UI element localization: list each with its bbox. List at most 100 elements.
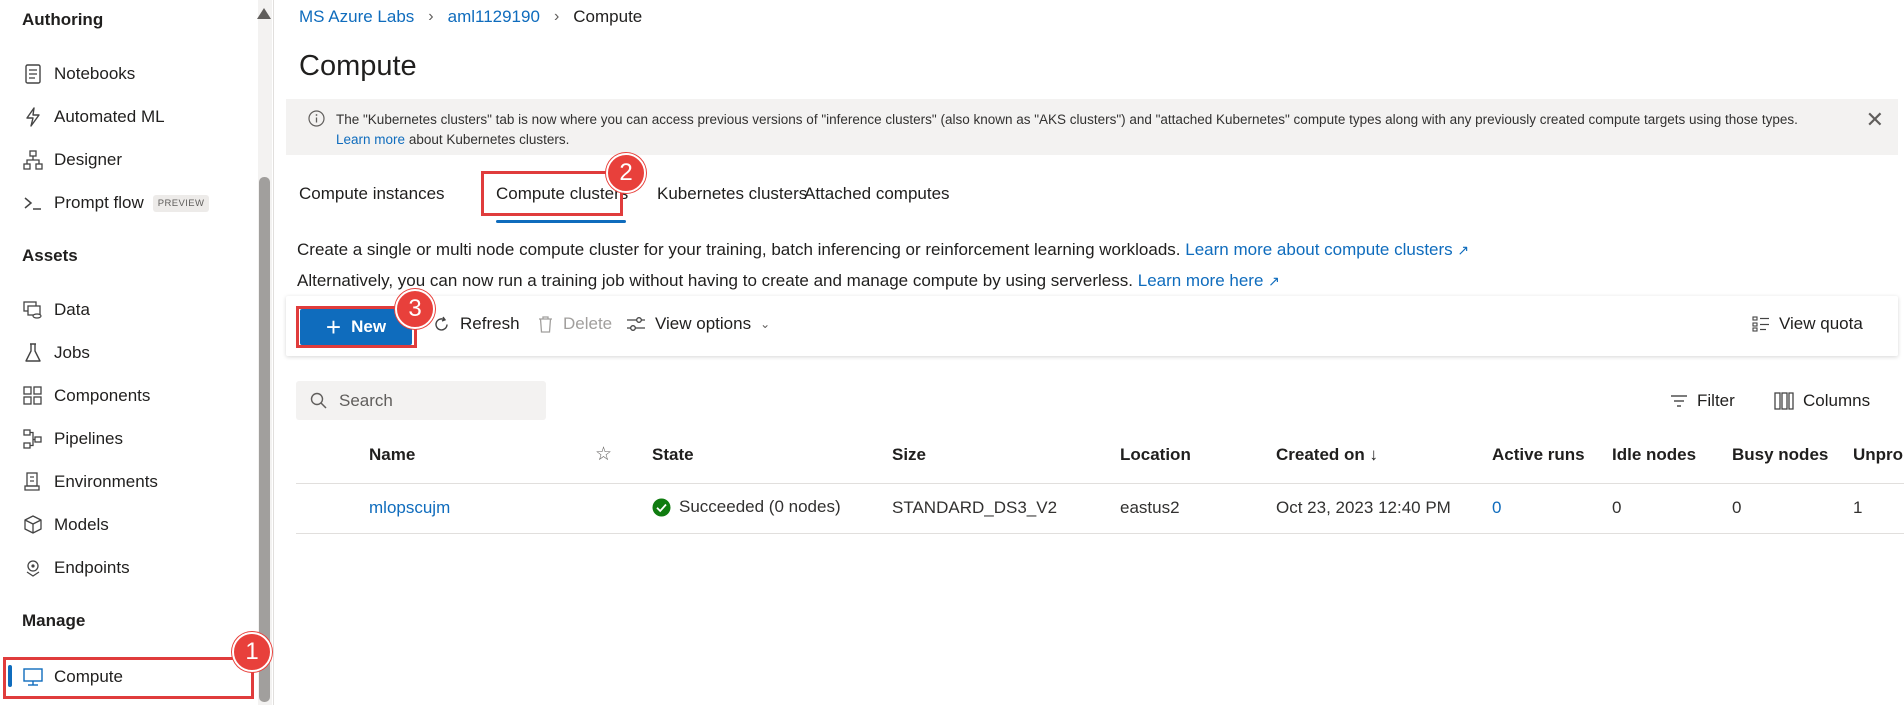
sidebar-item-pipelines[interactable]: Pipelines bbox=[0, 420, 250, 458]
highlight-box-compute-clusters bbox=[481, 171, 623, 216]
sidebar-item-automated-ml[interactable]: Automated ML bbox=[0, 98, 250, 136]
sidebar-item-models[interactable]: Models bbox=[0, 506, 250, 544]
view-options-button[interactable]: View options ⌄ bbox=[626, 314, 770, 334]
breadcrumb-workspace[interactable]: aml1129190 bbox=[448, 7, 540, 27]
sidebar-item-environments[interactable]: Environments bbox=[0, 463, 250, 501]
endpoints-icon bbox=[22, 557, 44, 579]
description-text-2: Alternatively, you can now run a trainin… bbox=[297, 271, 1133, 290]
external-link-icon: ↗ bbox=[1268, 273, 1280, 289]
callout-1: 1 bbox=[232, 632, 272, 672]
cube-icon bbox=[22, 514, 44, 536]
notebook-icon bbox=[22, 63, 44, 85]
trash-icon bbox=[539, 315, 552, 333]
banner-learn-more-link[interactable]: Learn more bbox=[336, 132, 405, 147]
sidebar-item-label: Environments bbox=[54, 472, 158, 491]
description-text-1: Create a single or multi node compute cl… bbox=[297, 240, 1181, 259]
column-header-created-on[interactable]: Created on ↓ bbox=[1276, 445, 1378, 465]
column-header-busy-nodes[interactable]: Busy nodes bbox=[1732, 445, 1828, 465]
sidebar-item-label: Components bbox=[54, 386, 151, 405]
column-header-unprovisioned[interactable]: Unpro bbox=[1853, 445, 1903, 465]
description-line-2: Alternatively, you can now run a trainin… bbox=[297, 271, 1280, 291]
banner-message-suffix: about Kubernetes clusters. bbox=[408, 132, 570, 147]
close-icon[interactable]: ✕ bbox=[1866, 109, 1884, 131]
section-assets: Assets bbox=[22, 246, 78, 265]
filter-button[interactable]: Filter bbox=[1670, 391, 1735, 411]
sidebar-item-notebooks[interactable]: Notebooks bbox=[0, 55, 250, 93]
sidebar-item-label: Data bbox=[54, 300, 90, 319]
idle-nodes-cell: 0 bbox=[1612, 498, 1622, 517]
automl-icon bbox=[22, 106, 44, 128]
sidebar-item-prompt-flow[interactable]: Prompt flow PREVIEW bbox=[0, 184, 250, 222]
sidebar-item-label: Automated ML bbox=[54, 107, 165, 126]
active-runs-link[interactable]: 0 bbox=[1492, 498, 1501, 518]
breadcrumb: MS Azure Labs › aml1129190 › Compute bbox=[299, 7, 642, 27]
left-nav: Authoring Notebooks Automated ML Designe… bbox=[0, 0, 274, 705]
sidebar-item-designer[interactable]: Designer bbox=[0, 141, 250, 179]
prompt-icon bbox=[22, 192, 44, 214]
scroll-up-arrow-icon[interactable] bbox=[257, 8, 271, 19]
sidebar-item-label: Pipelines bbox=[54, 429, 123, 448]
delete-button[interactable]: Delete bbox=[537, 314, 612, 334]
learn-more-compute-clusters-link[interactable]: Learn more about compute clusters bbox=[1185, 240, 1452, 259]
components-icon bbox=[22, 385, 44, 407]
tab-kubernetes-clusters[interactable]: Kubernetes clusters bbox=[657, 184, 807, 204]
column-header-state[interactable]: State bbox=[652, 445, 694, 465]
chevron-down-icon: ⌄ bbox=[760, 317, 771, 331]
sidebar-item-label: Endpoints bbox=[54, 558, 130, 577]
state-text: Succeeded (0 nodes) bbox=[679, 497, 841, 516]
designer-icon bbox=[22, 149, 44, 171]
refresh-label: Refresh bbox=[460, 314, 520, 333]
view-quota-label: View quota bbox=[1779, 314, 1863, 333]
sidebar-scroll-thumb[interactable] bbox=[259, 177, 270, 702]
table-row[interactable]: mlopscujm Succeeded (0 nodes) STANDARD_D… bbox=[296, 484, 1904, 534]
search-icon bbox=[310, 392, 327, 409]
sidebar-item-data[interactable]: Data bbox=[0, 291, 250, 329]
star-icon[interactable]: ☆ bbox=[595, 443, 612, 466]
column-header-name[interactable]: Name bbox=[369, 445, 415, 465]
environments-icon bbox=[22, 471, 44, 493]
location-cell: eastus2 bbox=[1120, 498, 1180, 517]
busy-nodes-cell: 0 bbox=[1732, 498, 1742, 517]
main-content: MS Azure Labs › aml1129190 › Compute Com… bbox=[277, 0, 1904, 705]
section-authoring: Authoring bbox=[22, 10, 104, 29]
sidebar-item-label: Designer bbox=[54, 150, 123, 169]
refresh-button[interactable]: Refresh bbox=[432, 314, 520, 334]
chevron-right-icon: › bbox=[428, 8, 434, 25]
columns-label: Columns bbox=[1803, 391, 1871, 410]
sidebar-item-label: Models bbox=[54, 515, 109, 534]
tab-attached-computes[interactable]: Attached computes bbox=[804, 184, 950, 204]
search-input[interactable] bbox=[339, 390, 539, 411]
pipelines-icon bbox=[22, 428, 44, 450]
columns-button[interactable]: Columns bbox=[1774, 391, 1870, 411]
column-header-location[interactable]: Location bbox=[1120, 445, 1191, 465]
cluster-name-link[interactable]: mlopscujm bbox=[369, 498, 450, 518]
sidebar-item-components[interactable]: Components bbox=[0, 377, 250, 415]
callout-2: 2 bbox=[606, 153, 646, 193]
success-check-icon bbox=[652, 498, 671, 516]
created-on-cell: Oct 23, 2023 12:40 PM bbox=[1276, 498, 1451, 517]
sidebar-item-jobs[interactable]: Jobs bbox=[0, 334, 250, 372]
search-box[interactable] bbox=[296, 381, 546, 420]
sidebar-item-endpoints[interactable]: Endpoints bbox=[0, 549, 250, 587]
column-header-size[interactable]: Size bbox=[892, 445, 926, 465]
options-icon bbox=[627, 316, 645, 331]
view-options-label: View options bbox=[655, 314, 752, 333]
banner-message: The "Kubernetes clusters" tab is now whe… bbox=[336, 112, 1798, 127]
learn-more-serverless-link[interactable]: Learn more here bbox=[1138, 271, 1264, 290]
sidebar-item-label: Prompt flow bbox=[54, 193, 144, 212]
flask-icon bbox=[22, 342, 44, 364]
sidebar-item-label: Notebooks bbox=[54, 64, 136, 83]
info-banner: The "Kubernetes clusters" tab is now whe… bbox=[286, 99, 1898, 155]
external-link-icon: ↗ bbox=[1457, 242, 1470, 258]
preview-badge: PREVIEW bbox=[152, 194, 210, 212]
column-header-active-runs[interactable]: Active runs bbox=[1492, 445, 1585, 465]
view-quota-button[interactable]: View quota bbox=[1752, 314, 1863, 334]
tab-compute-instances[interactable]: Compute instances bbox=[299, 184, 445, 204]
column-header-idle-nodes[interactable]: Idle nodes bbox=[1612, 445, 1696, 465]
selected-tab-indicator bbox=[496, 220, 626, 223]
filter-label: Filter bbox=[1697, 391, 1735, 410]
unprovisioned-cell: 1 bbox=[1853, 498, 1863, 517]
info-icon bbox=[308, 110, 325, 132]
breadcrumb-workspace-group[interactable]: MS Azure Labs bbox=[299, 7, 414, 27]
delete-label: Delete bbox=[563, 314, 613, 333]
